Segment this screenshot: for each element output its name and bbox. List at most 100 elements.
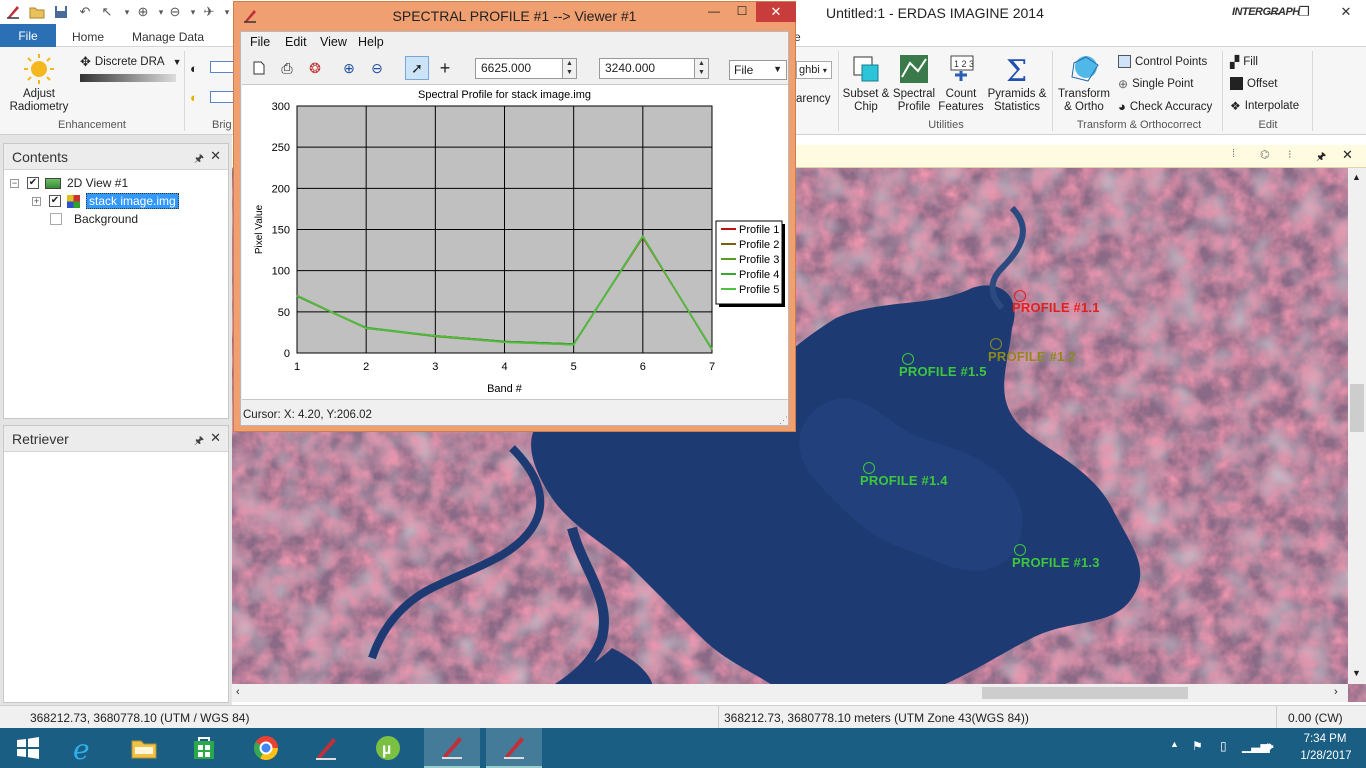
resize-grip-icon[interactable]: ⋰ bbox=[779, 415, 788, 426]
viewer-link-icon[interactable]: ⁝ bbox=[1288, 148, 1292, 161]
start-button[interactable] bbox=[0, 728, 56, 768]
layer-checkbox[interactable]: ✔ bbox=[49, 195, 61, 207]
spectral-minimize-button[interactable]: — bbox=[700, 4, 728, 24]
pin-icon[interactable]: 🖈 bbox=[1316, 148, 1326, 167]
close-viewer-icon[interactable]: ✕ bbox=[1342, 147, 1353, 163]
new-icon[interactable] bbox=[247, 56, 271, 80]
palette-icon[interactable]: ❂ bbox=[303, 56, 327, 80]
discrete-dra-button[interactable]: ✥ Discrete DRA ▼ bbox=[80, 54, 181, 70]
control-points-label: Control Points bbox=[1135, 55, 1208, 68]
raster-layer-icon bbox=[67, 194, 80, 208]
discrete-dra-caret-icon: ▼ bbox=[172, 57, 182, 67]
control-points-button[interactable]: Control Points bbox=[1118, 55, 1207, 68]
view-checkbox[interactable]: ✔ bbox=[27, 177, 39, 189]
close-panel-icon[interactable]: ✕ bbox=[210, 148, 221, 164]
menu-help[interactable]: Help bbox=[358, 35, 384, 49]
undo-icon[interactable]: ↶ bbox=[76, 3, 94, 21]
tray-volume-icon[interactable]: 🕪 bbox=[1266, 739, 1274, 754]
taskbar-erdas-window-1[interactable] bbox=[424, 728, 480, 768]
taskbar-ie[interactable]: e bbox=[56, 728, 112, 768]
zoom-in-icon[interactable]: ⊕ bbox=[134, 3, 152, 21]
horizontal-scroll-thumb[interactable] bbox=[982, 687, 1188, 699]
pin-icon[interactable]: 🖈 bbox=[194, 150, 204, 169]
vertical-scroll-thumb[interactable] bbox=[1350, 384, 1364, 432]
y-coord-spinner[interactable]: 3240.000 ▲ ▼ bbox=[599, 58, 709, 79]
y-spin-arrows-icon[interactable]: ▲ ▼ bbox=[695, 58, 709, 79]
y-coord-input[interactable]: 3240.000 bbox=[599, 58, 695, 79]
vertical-scrollbar[interactable]: ▲ ▼ bbox=[1348, 168, 1366, 684]
close-panel-icon[interactable]: ✕ bbox=[210, 430, 221, 446]
pan-icon[interactable]: ✈ bbox=[200, 3, 218, 21]
scroll-up-icon[interactable]: ▲ bbox=[1352, 172, 1361, 182]
save-icon[interactable] bbox=[52, 3, 70, 21]
tree-item-2d-view[interactable]: − ✔ 2D View #1 bbox=[10, 174, 222, 192]
taskbar-store[interactable] bbox=[176, 728, 232, 768]
spectral-profile-button[interactable]: Spectral Profile bbox=[890, 53, 938, 114]
contrast-icon[interactable]: ◐ bbox=[190, 90, 198, 105]
tray-date[interactable]: 1/28/2017 bbox=[1296, 750, 1356, 762]
close-button[interactable]: ✕ bbox=[1326, 2, 1366, 22]
horizontal-scrollbar[interactable]: ‹ › bbox=[232, 684, 1348, 702]
subset-chip-button[interactable]: Subset & Chip bbox=[842, 53, 890, 114]
brightness-icon[interactable]: ◐ bbox=[190, 61, 198, 76]
tray-battery-icon[interactable]: ▯ bbox=[1220, 739, 1227, 753]
check-accuracy-button[interactable]: ◕ Check Accuracy bbox=[1118, 99, 1212, 114]
menu-edit[interactable]: Edit bbox=[285, 35, 307, 49]
fill-button[interactable]: ▞ Fill bbox=[1230, 55, 1258, 69]
x-coord-spinner[interactable]: 6625.000 ▲ ▼ bbox=[475, 58, 577, 79]
scroll-down-icon[interactable]: ▼ bbox=[1352, 668, 1361, 678]
collapse-icon[interactable]: − bbox=[10, 178, 19, 188]
erdas-app-icon[interactable] bbox=[4, 3, 22, 21]
menu-view[interactable]: View bbox=[320, 35, 347, 49]
taskbar-explorer[interactable] bbox=[116, 728, 172, 768]
taskbar-utorrent[interactable]: µ bbox=[360, 728, 416, 768]
pin-icon[interactable]: 🖈 bbox=[194, 432, 204, 451]
single-point-button[interactable]: ⊕ Single Point bbox=[1118, 77, 1193, 91]
maximize-button[interactable]: ❐ bbox=[1292, 2, 1316, 22]
taskbar-erdas[interactable] bbox=[298, 728, 354, 768]
select-arrow-icon[interactable]: ↖ bbox=[98, 3, 116, 21]
tree-item-background[interactable]: Background bbox=[10, 210, 222, 228]
x-spin-arrows-icon[interactable]: ▲ ▼ bbox=[563, 58, 577, 79]
transform-ortho-button[interactable]: Transform & Ortho bbox=[1056, 53, 1112, 114]
contrast-slider[interactable] bbox=[210, 91, 234, 103]
taskbar-chrome[interactable] bbox=[238, 728, 294, 768]
print-icon[interactable]: ⎙ bbox=[275, 56, 299, 80]
crosshair-icon[interactable]: + bbox=[433, 56, 457, 80]
minimize-button[interactable]: — bbox=[1262, 2, 1286, 22]
spectral-close-button[interactable]: ✕ bbox=[756, 2, 796, 22]
profile-label-1-2: PROFILE #1.2 bbox=[988, 349, 1076, 364]
tab-manage-data[interactable]: Manage Data bbox=[122, 27, 214, 47]
transparency-label[interactable]: arency bbox=[796, 93, 831, 105]
pyramids-statistics-button[interactable]: Σ Pyramids & Statistics bbox=[984, 53, 1050, 114]
brightness-slider[interactable] bbox=[210, 61, 234, 73]
taskbar-erdas-window-2[interactable] bbox=[486, 728, 542, 768]
tab-file[interactable]: File bbox=[0, 24, 56, 47]
viewer-layout-icon[interactable]: ⌬ bbox=[1260, 148, 1270, 161]
file-select[interactable]: File ▼ bbox=[729, 60, 787, 80]
scroll-right-icon[interactable]: › bbox=[1334, 686, 1338, 698]
zoom-in-icon[interactable]: ⊕ bbox=[337, 56, 361, 80]
expand-icon[interactable]: + bbox=[32, 196, 41, 206]
offset-button[interactable]: Offset bbox=[1230, 77, 1277, 90]
neighborhood-select[interactable]: ghbi ▾ bbox=[796, 61, 832, 79]
tray-overflow-icon[interactable]: ▲ bbox=[1170, 739, 1179, 749]
interpolate-button[interactable]: ❖ Interpolate bbox=[1230, 99, 1299, 113]
tab-home[interactable]: Home bbox=[62, 27, 114, 47]
zoom-out-icon[interactable]: ⊖ bbox=[166, 3, 184, 21]
legend-label: Profile 4 bbox=[739, 269, 779, 281]
zoom-out-icon[interactable]: ⊖ bbox=[365, 56, 389, 80]
spectral-maximize-button[interactable]: ☐ bbox=[728, 4, 756, 24]
open-folder-icon[interactable] bbox=[28, 3, 46, 21]
tree-item-stack-image[interactable]: + ✔ stack image.img bbox=[10, 192, 222, 210]
viewer-tool-icon[interactable]: ⁞ bbox=[1232, 148, 1235, 160]
menu-file[interactable]: File bbox=[250, 35, 270, 49]
tray-flag-icon[interactable]: ⚑ bbox=[1192, 739, 1203, 753]
select-arrow-icon[interactable]: ➚ bbox=[405, 56, 429, 80]
x-coord-input[interactable]: 6625.000 bbox=[475, 58, 563, 79]
scroll-left-icon[interactable]: ‹ bbox=[236, 686, 240, 698]
count-features-button[interactable]: 1 2 3 Count Features bbox=[938, 53, 984, 114]
dra-slider[interactable] bbox=[80, 74, 176, 82]
adjust-radiometry-button[interactable]: Adjust Radiometry bbox=[4, 53, 74, 114]
tray-time[interactable]: 7:34 PM bbox=[1300, 733, 1350, 745]
